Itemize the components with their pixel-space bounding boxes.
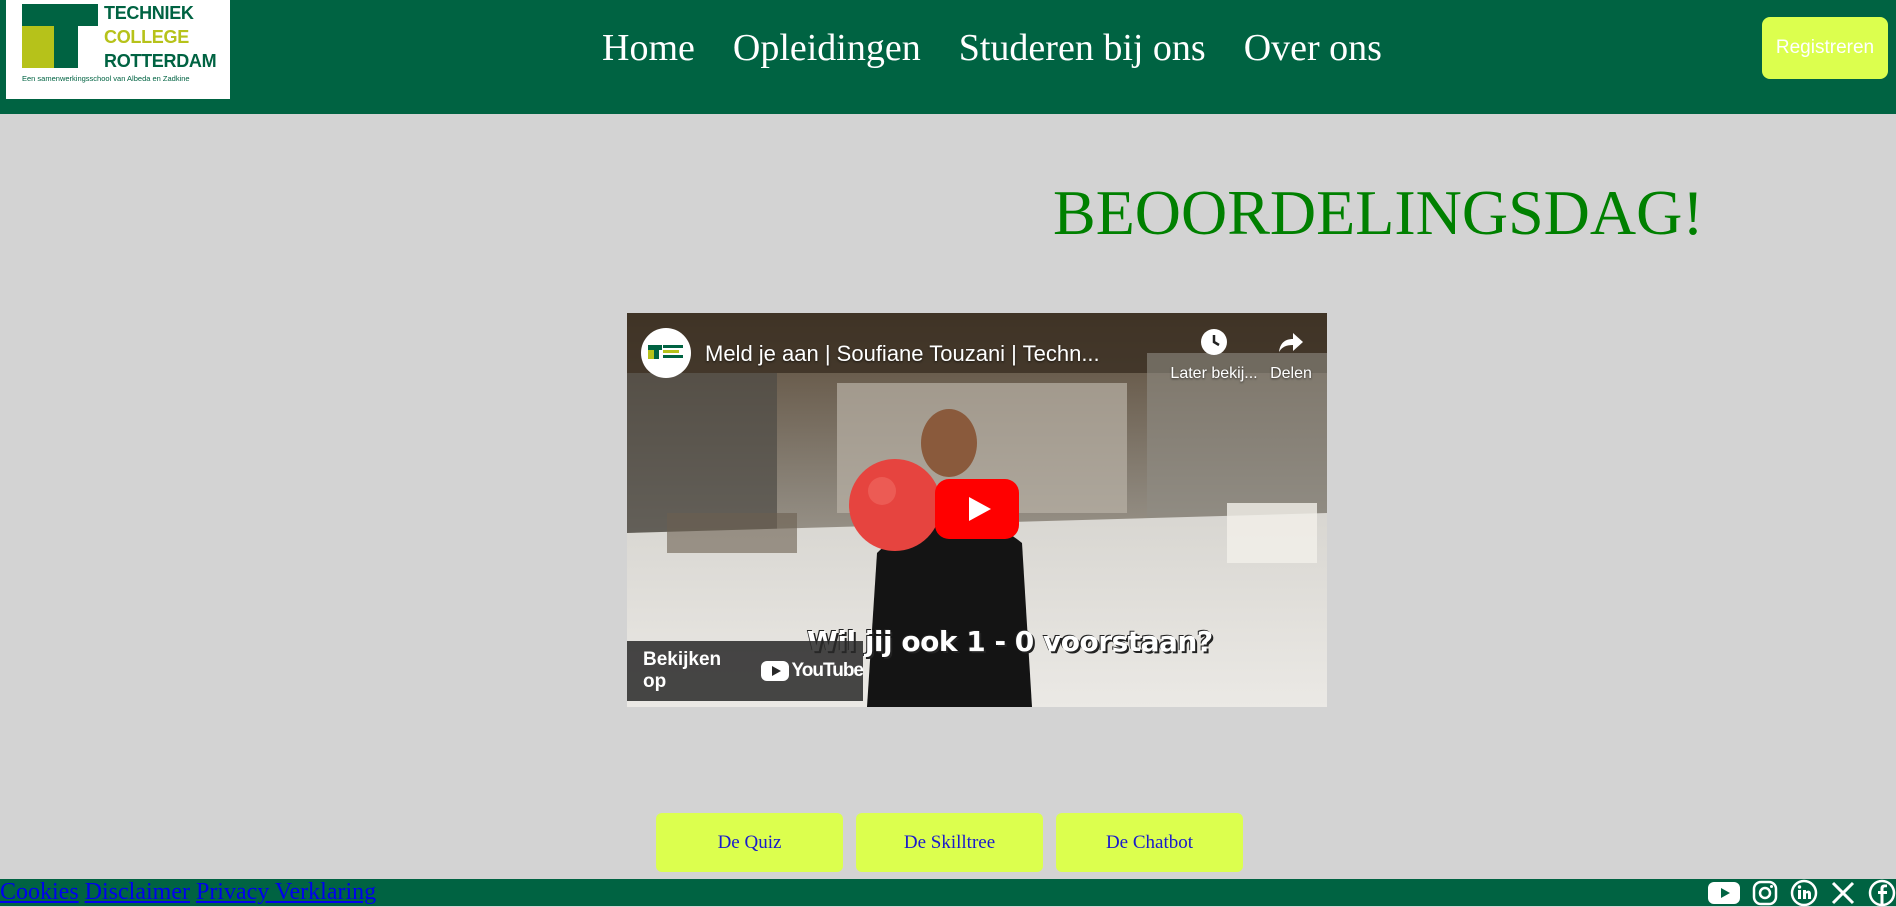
linkedin-icon[interactable] [1790, 879, 1818, 907]
register-button[interactable]: Registreren [1762, 17, 1888, 79]
youtube-icon[interactable] [1708, 881, 1740, 904]
watch-on-youtube-button[interactable]: Bekijken op YouTube [627, 641, 864, 701]
share-button[interactable]: Delen [1201, 327, 1327, 383]
channel-avatar[interactable] [641, 328, 691, 378]
youtube-wordmark: YouTube [791, 660, 864, 681]
footer-links: Cookies Disclaimer Privacy Verklaring [0, 879, 382, 906]
skilltree-button[interactable]: De Skilltree [856, 813, 1043, 872]
video-embed[interactable]: Meld je aan | Soufiane Touzani | Techn..… [627, 313, 1327, 707]
logo-mark-icon [22, 4, 98, 68]
logo-line-2: COLLEGE [104, 27, 189, 47]
main-nav: Home Opleidingen Studeren bij ons Over o… [602, 20, 1420, 76]
logo-tagline: Een samenwerkingsschool van Albeda en Za… [22, 74, 190, 83]
instagram-icon[interactable] [1752, 880, 1778, 906]
page-title: BEOORDELINGSDAG! [1053, 177, 1704, 248]
video-title[interactable]: Meld je aan | Soufiane Touzani | Techn..… [705, 341, 1100, 367]
logo-text: TECHNIEK COLLEGE ROTTERDAM [104, 1, 217, 73]
chatbot-button[interactable]: De Chatbot [1056, 813, 1243, 872]
action-buttons: De Quiz De Skilltree De Chatbot [656, 813, 1256, 872]
footer-link-privacy[interactable]: Privacy Verklaring [196, 879, 376, 906]
site-header: TECHNIEK COLLEGE ROTTERDAM Een samenwerk… [0, 0, 1896, 114]
logo-line-3: ROTTERDAM [104, 51, 217, 71]
nav-studeren-bij-ons[interactable]: Studeren bij ons [959, 26, 1206, 70]
nav-over-ons[interactable]: Over ons [1244, 26, 1382, 70]
nav-opleidingen[interactable]: Opleidingen [733, 26, 921, 70]
logo-line-1: TECHNIEK [104, 3, 194, 23]
nav-home[interactable]: Home [602, 26, 695, 70]
quiz-button[interactable]: De Quiz [656, 813, 843, 872]
x-icon[interactable] [1830, 880, 1856, 906]
logo[interactable]: TECHNIEK COLLEGE ROTTERDAM Een samenwerk… [6, 0, 230, 99]
share-label: Delen [1270, 365, 1312, 382]
channel-logo-icon [648, 345, 683, 359]
footer-link-cookies[interactable]: Cookies [0, 879, 79, 906]
social-links [1696, 879, 1896, 906]
play-button-icon[interactable] [935, 479, 1019, 539]
share-icon [1201, 327, 1327, 365]
youtube-icon [760, 661, 789, 681]
watch-on-label: Bekijken op [643, 649, 722, 692]
youtube-logo: YouTube [760, 660, 864, 682]
facebook-icon[interactable] [1868, 879, 1896, 907]
site-footer: Cookies Disclaimer Privacy Verklaring [0, 879, 1896, 906]
footer-link-disclaimer[interactable]: Disclaimer [85, 879, 190, 906]
